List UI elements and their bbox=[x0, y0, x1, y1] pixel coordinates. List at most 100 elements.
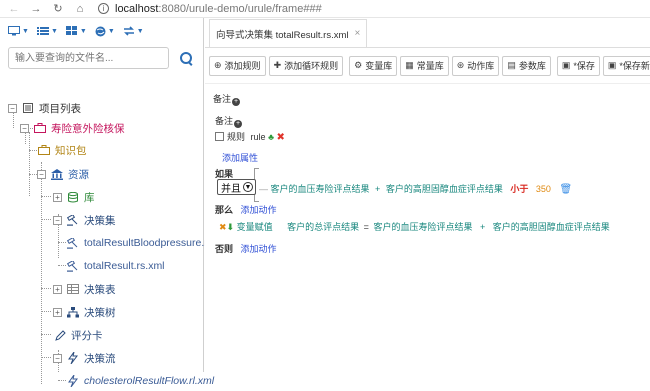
tree-item-scorecard[interactable]: 评分卡 bbox=[53, 325, 103, 345]
add-circle-icon[interactable]: + bbox=[232, 98, 241, 106]
info-icon[interactable]: i bbox=[98, 3, 109, 14]
condition-right-variable[interactable]: 客户的高胆固醇血症评点结果 bbox=[386, 184, 503, 194]
collapse-toggle[interactable]: − bbox=[20, 123, 29, 133]
flow-icon bbox=[66, 375, 80, 387]
tree-item-decision-set[interactable]: − 决策集 bbox=[53, 210, 116, 230]
action-row: ✖⬇ 变量赋值 客户的总评点结果 = 客户的血压寿险评点结果 + 客户的高胆固醇… bbox=[219, 220, 610, 233]
comparison-operator[interactable]: 小于 bbox=[510, 184, 528, 194]
close-icon[interactable]: × bbox=[355, 28, 361, 39]
add-circle-icon[interactable]: + bbox=[234, 120, 243, 128]
grid-icon: ▦ bbox=[405, 60, 414, 70]
tree-item-file-flow[interactable]: cholesterolResultFlow.rl.xml bbox=[66, 371, 214, 391]
condition-row: — 客户的血压寿险评点结果 + 客户的高胆固醇血症评点结果 小于 350 🗑 bbox=[259, 184, 573, 195]
reload-icon[interactable]: ↻ bbox=[50, 1, 66, 17]
list-box-icon bbox=[21, 102, 35, 114]
home-icon[interactable]: ⌂ bbox=[72, 1, 88, 17]
condition-value[interactable]: 350 bbox=[536, 184, 551, 194]
tree-item-project[interactable]: − 寿险意外险核保 bbox=[20, 118, 125, 138]
add-action-link[interactable]: 添加动作 bbox=[241, 205, 277, 215]
equals-sign: = bbox=[363, 222, 369, 232]
plus-operator[interactable]: + bbox=[375, 184, 380, 194]
button-label: *保存新版本 bbox=[619, 61, 650, 71]
grid-icon[interactable]: ▼ bbox=[65, 26, 87, 36]
condition-left-variable[interactable]: 客户的血压寿险评点结果 bbox=[271, 184, 370, 194]
collapse-toggle[interactable]: − bbox=[53, 215, 62, 225]
gear-icon: ⚙ bbox=[354, 60, 363, 70]
plus-operator[interactable]: + bbox=[480, 222, 485, 232]
arrow-down-icon[interactable]: ⬇ bbox=[227, 222, 235, 232]
gavel-icon bbox=[66, 260, 80, 272]
add-property-link[interactable]: 添加属性 bbox=[222, 151, 258, 164]
tree-item-library[interactable]: + 库 bbox=[53, 187, 95, 207]
junction-value: 并且 bbox=[221, 183, 241, 195]
add-rule-button[interactable]: ⊕ 添加规则 bbox=[209, 55, 266, 76]
monitor-icon[interactable]: ▼ bbox=[8, 26, 29, 36]
junction-select[interactable]: 并且 ▼ bbox=[217, 179, 256, 195]
assign-label[interactable]: 变量赋值 bbox=[237, 222, 273, 232]
flow-icon bbox=[66, 352, 80, 364]
database-icon bbox=[66, 191, 80, 203]
expand-toggle[interactable]: + bbox=[53, 192, 62, 202]
assign-source-2[interactable]: 客户的高胆固醇血症评点结果 bbox=[493, 222, 610, 232]
file-search-input[interactable] bbox=[8, 47, 169, 69]
expand-toggle[interactable]: + bbox=[53, 307, 62, 317]
remark-label: 备注 bbox=[215, 116, 234, 126]
else-label: 否则 添加动作 bbox=[215, 242, 277, 255]
rule-checkbox[interactable] bbox=[215, 132, 224, 141]
tree-label: 知识包 bbox=[55, 144, 87, 157]
url-host: localhost bbox=[115, 2, 159, 15]
button-label: *保存 bbox=[573, 61, 595, 71]
back-icon[interactable]: ← bbox=[6, 1, 22, 17]
assign-source-1[interactable]: 客户的血压寿险评点结果 bbox=[373, 222, 472, 232]
button-label: 动作库 bbox=[467, 61, 495, 71]
editor-panel: 向导式决策集 totalResult.rs.xml × ⊕ 添加规则 ✚ 添加循环规… bbox=[205, 18, 650, 372]
bolt-circle-icon: ⊛ bbox=[456, 60, 465, 70]
tree-label: 决策树 bbox=[84, 306, 116, 319]
tree-item-decision-table[interactable]: + 决策表 bbox=[53, 279, 116, 299]
save-button[interactable]: ▣ *保存 bbox=[556, 55, 600, 76]
remark[interactable]: 备注 + bbox=[215, 114, 243, 128]
variable-lib-button[interactable]: ⚙ 变量库 bbox=[349, 55, 398, 76]
button-label: 参数库 bbox=[518, 61, 546, 71]
delete-action-icon[interactable]: ✖ bbox=[219, 222, 227, 232]
action-lib-button[interactable]: ⊛ 动作库 bbox=[451, 55, 500, 76]
constant-lib-button[interactable]: ▦ 常量库 bbox=[400, 55, 449, 76]
tree-item-decision-tree[interactable]: + 决策树 bbox=[53, 302, 116, 322]
tree-icon[interactable]: ♣ bbox=[268, 132, 274, 142]
add-action-else-link[interactable]: 添加动作 bbox=[241, 244, 277, 254]
trash-icon[interactable]: 🗑 bbox=[559, 184, 572, 195]
tree-item-decision-flow[interactable]: − 决策流 bbox=[53, 348, 116, 368]
bank-icon bbox=[50, 168, 64, 180]
delete-icon[interactable]: ✖ bbox=[276, 132, 284, 143]
rule-name[interactable]: rule bbox=[251, 132, 266, 142]
tree-label: totalResult.rs.xml bbox=[84, 260, 165, 272]
address-bar[interactable]: i localhost:8080/urule-demo/urule/frame#… bbox=[98, 3, 322, 15]
else-text: 否则 bbox=[215, 244, 234, 254]
expand-toggle[interactable]: + bbox=[53, 284, 62, 294]
tree-label: 决策集 bbox=[84, 214, 116, 227]
param-lib-button[interactable]: ▤ 参数库 bbox=[502, 55, 551, 76]
save-new-version-button[interactable]: ▣*保存新版本 bbox=[602, 55, 650, 76]
add-loop-rule-button[interactable]: ✚ 添加循环规则 bbox=[268, 55, 344, 76]
search-icon[interactable] bbox=[179, 51, 193, 65]
tree-item-knowledge[interactable]: 知识包 bbox=[37, 140, 87, 160]
tab-totalresult[interactable]: 向导式决策集 totalResult.rs.xml × bbox=[209, 19, 368, 47]
chevron-down-icon: ▼ bbox=[243, 182, 253, 192]
list-icon[interactable]: ▼ bbox=[36, 26, 58, 36]
assign-target[interactable]: 客户的总评点结果 bbox=[287, 222, 359, 232]
tree-label: 寿险意外险核保 bbox=[51, 122, 125, 135]
briefcase-icon bbox=[33, 122, 47, 134]
url-path: :8080/urule-demo/urule/frame### bbox=[158, 2, 322, 15]
globe-icon[interactable]: ▼ bbox=[95, 26, 115, 37]
refresh-icon[interactable]: ▼ bbox=[123, 26, 144, 36]
tree-item-resources[interactable]: − 资源 bbox=[37, 164, 89, 184]
forward-icon[interactable]: → bbox=[28, 1, 44, 17]
collapse-toggle[interactable]: − bbox=[8, 103, 17, 113]
collapse-toggle[interactable]: − bbox=[53, 353, 62, 363]
tree-item-project-list[interactable]: − 项目列表 bbox=[8, 98, 81, 118]
remark-top[interactable]: 备注 + bbox=[213, 92, 241, 106]
tree-label: 资源 bbox=[68, 168, 89, 181]
collapse-toggle[interactable]: − bbox=[37, 169, 46, 179]
tree-label: 决策流 bbox=[84, 352, 116, 365]
tree-item-file-totalresult[interactable]: totalResult.rs.xml bbox=[66, 256, 165, 276]
